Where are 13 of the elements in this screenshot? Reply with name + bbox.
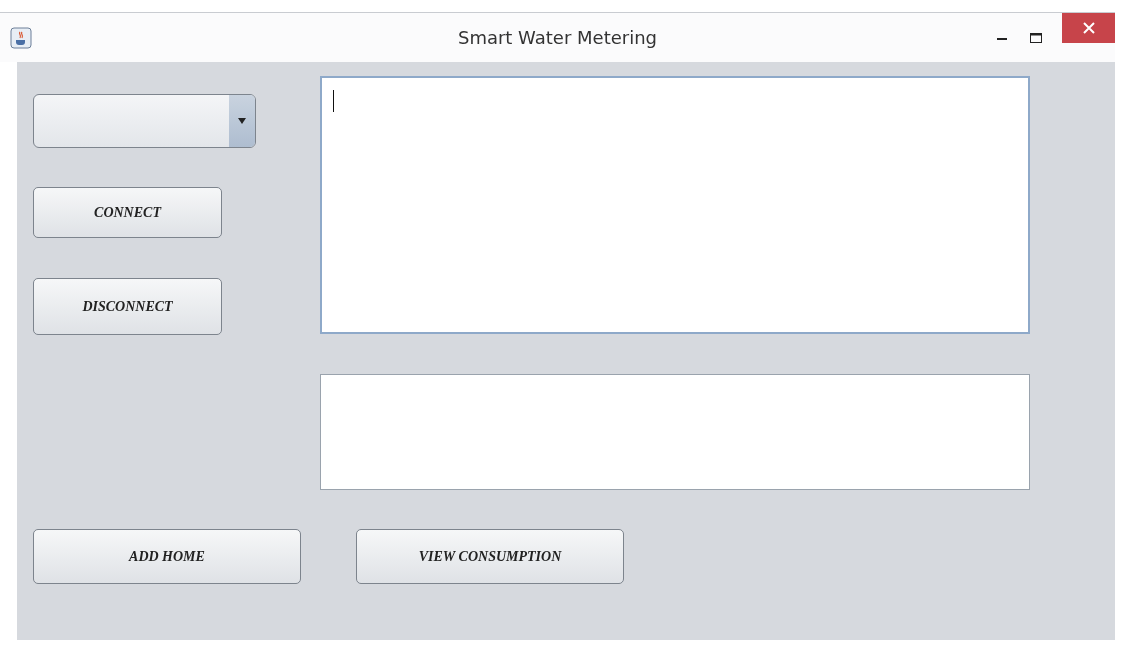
action-button[interactable]: CONNECT bbox=[33, 187, 222, 238]
close-icon bbox=[1082, 22, 1095, 34]
close-button[interactable] bbox=[1062, 13, 1115, 43]
text-field[interactable] bbox=[320, 374, 1030, 490]
dropdown[interactable] bbox=[33, 94, 256, 148]
coffee-cup-icon bbox=[10, 26, 32, 49]
action-button[interactable]: ADD HOME bbox=[33, 529, 301, 584]
action-button[interactable]: DISCONNECT bbox=[33, 278, 222, 335]
text-cursor bbox=[333, 90, 334, 112]
text-area[interactable] bbox=[320, 76, 1030, 334]
dropdown-arrow-icon bbox=[238, 118, 246, 124]
action-button[interactable]: VIEW CONSUMPTION bbox=[356, 529, 624, 584]
window-title: Smart Water Metering bbox=[457, 27, 658, 48]
